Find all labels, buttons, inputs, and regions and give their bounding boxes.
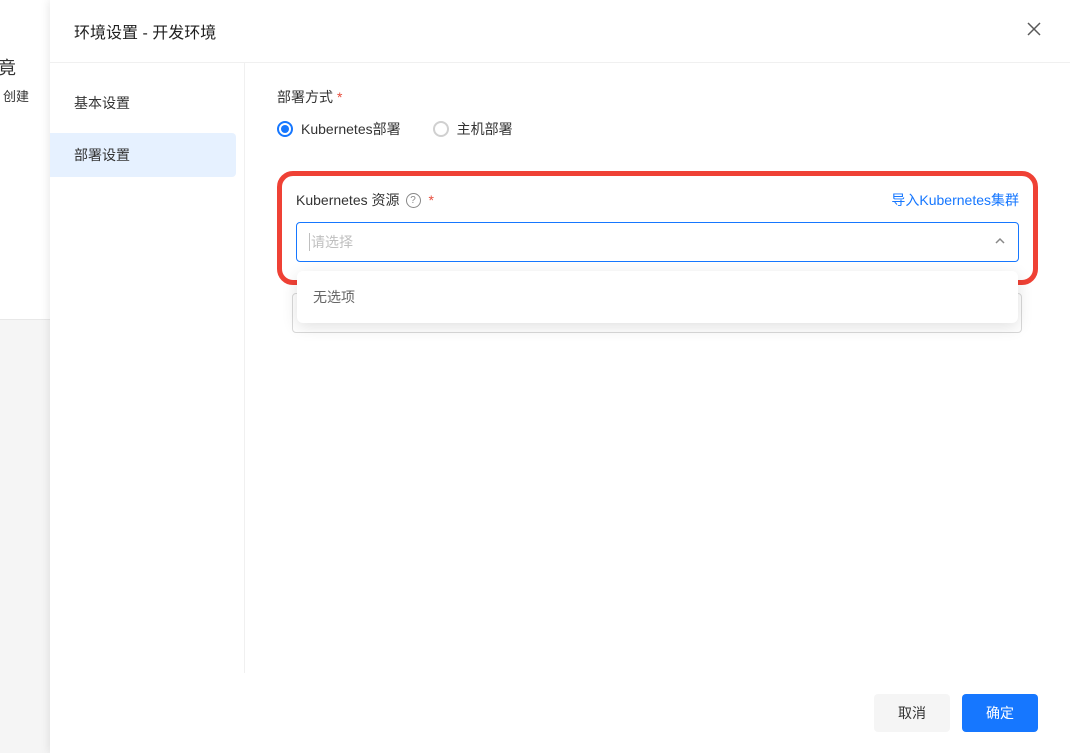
radio-circle (433, 121, 449, 137)
cancel-button[interactable]: 取消 (874, 694, 950, 732)
deploy-method-label: 部署方式 * (277, 87, 1038, 107)
close-icon (1026, 21, 1042, 37)
modal-title: 环境设置 - 开发环境 (74, 19, 216, 43)
radio-label-host: 主机部署 (457, 119, 513, 139)
close-button[interactable] (1022, 17, 1046, 45)
deploy-method-radio-group: Kubernetes部署 主机部署 (277, 119, 1038, 139)
confirm-button[interactable]: 确定 (962, 694, 1038, 732)
highlight-annotation: Kubernetes 资源 ? * 导入Kubernetes集群 请选择 无选项 (277, 171, 1038, 285)
modal-header: 环境设置 - 开发环境 (50, 0, 1070, 62)
sidebar-item-basic[interactable]: 基本设置 (50, 81, 236, 125)
required-mark: * (337, 89, 342, 105)
radio-label-k8s: Kubernetes部署 (301, 119, 401, 139)
modal-dialog: 环境设置 - 开发环境 基本设置 部署设置 部署方式 * Kubernetes部… (50, 0, 1070, 753)
k8s-resource-select[interactable]: 请选择 无选项 (296, 222, 1019, 262)
bg-partial-2: · 创建 (0, 86, 29, 105)
k8s-resource-label: Kubernetes 资源 ? * (296, 190, 434, 210)
radio-host[interactable]: 主机部署 (433, 119, 513, 139)
select-placeholder: 请选择 (309, 233, 353, 251)
sidebar: 基本设置 部署设置 (50, 63, 245, 673)
required-mark: * (429, 192, 434, 208)
help-icon[interactable]: ? (406, 193, 421, 208)
radio-circle-checked (277, 121, 293, 137)
dropdown-empty-option: 无选项 (297, 271, 1018, 323)
content-area: 部署方式 * Kubernetes部署 主机部署 Kubernetes 资源 ? (245, 63, 1070, 673)
import-k8s-link[interactable]: 导入Kubernetes集群 (891, 190, 1019, 210)
chevron-up-icon (994, 235, 1006, 250)
sidebar-item-deploy[interactable]: 部署设置 (50, 133, 236, 177)
k8s-dropdown: 无选项 (297, 271, 1018, 323)
radio-kubernetes[interactable]: Kubernetes部署 (277, 119, 401, 139)
modal-footer: 取消 确定 (50, 673, 1070, 753)
bg-partial-1: 竟 (0, 54, 16, 80)
